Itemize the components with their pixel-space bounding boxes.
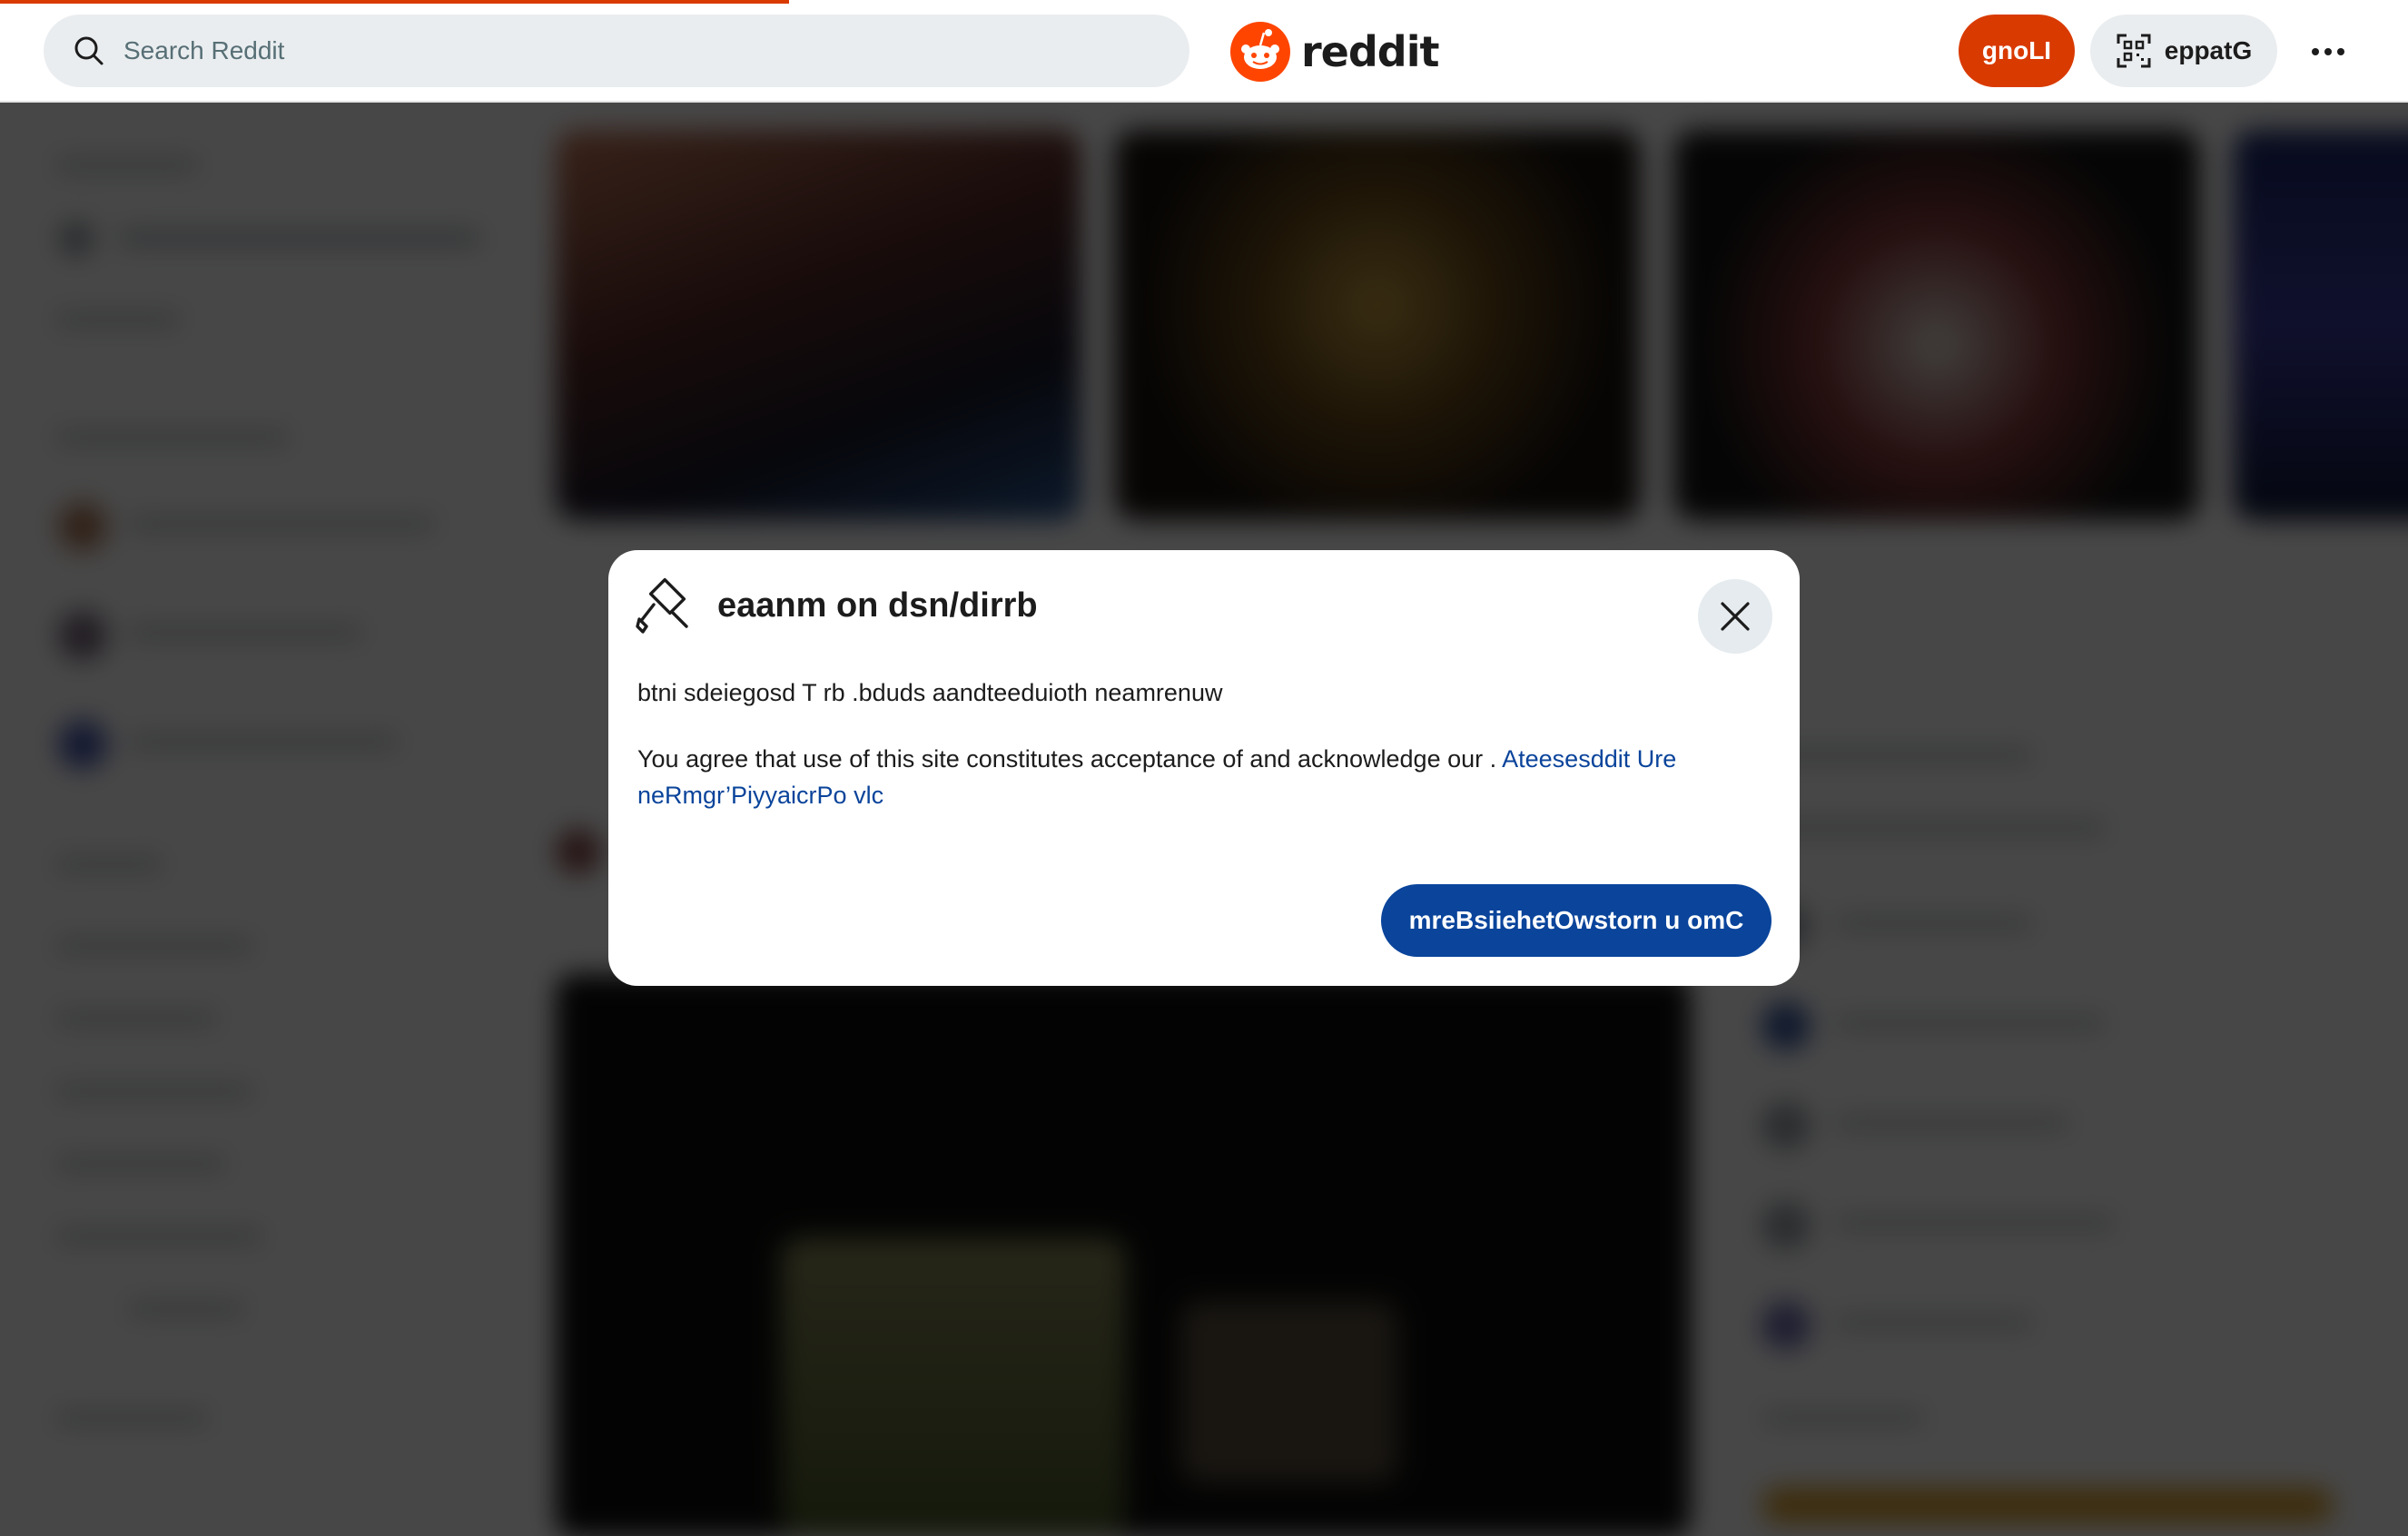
get-app-label: eppatG [2164, 36, 2253, 64]
continue-button[interactable]: mreBsiiehetOwstorn u omC [1381, 884, 1771, 957]
search-bar[interactable]: Search Reddit [44, 15, 1189, 87]
top-header: Search Reddit reddit gnoLI eppatG [0, 0, 2408, 103]
more-options-button[interactable] [2292, 20, 2364, 84]
ellipsis-icon [2312, 48, 2344, 55]
login-button[interactable]: gnoLI [1959, 15, 2075, 87]
agreement-prefix: You agree that use of this site constitu… [637, 745, 1503, 773]
dialog-title: eaanm on dsn/dirrb [717, 586, 1038, 625]
reddit-wordmark: reddit [1301, 27, 1439, 76]
page-load-progress-bar [0, 0, 789, 4]
search-icon [74, 36, 104, 65]
reddit-snoo-icon [1230, 22, 1290, 82]
reddit-logo[interactable]: reddit [1230, 20, 1439, 84]
dialog-message: btni sdeiegosd T rb .bduds aandteeduioth… [637, 679, 1223, 706]
dialog-agreement-text: You agree that use of this site constitu… [637, 741, 1776, 813]
get-app-button[interactable]: eppatG [2090, 15, 2277, 87]
search-placeholder: Search Reddit [123, 36, 285, 64]
mature-content-dialog: eaanm on dsn/dirrb btni sdeiegosd T rb .… [608, 550, 1800, 986]
gavel-icon [636, 577, 688, 634]
close-icon [1721, 602, 1750, 631]
qr-code-icon [2117, 34, 2151, 68]
close-button[interactable] [1698, 579, 1772, 654]
